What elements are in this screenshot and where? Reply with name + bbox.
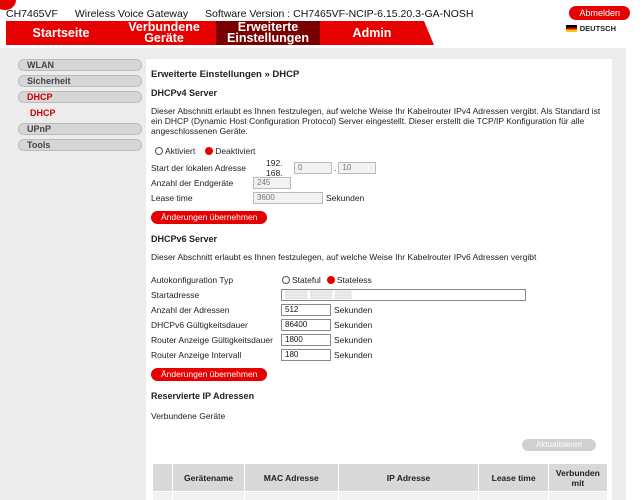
table-row: [151, 491, 609, 500]
header-info: CH7465VF Wireless Voice Gateway Software…: [6, 8, 487, 20]
field-v6-count: Anzahl der Adressen Sekunden: [151, 302, 608, 317]
software-version: Software Version : CH7465VF-NCIP-6.15.20…: [205, 8, 474, 20]
ip-prefix: 192. 168.: [266, 157, 283, 178]
field-device-count: Anzahl der Endgeräte: [151, 175, 608, 190]
table-cell: [243, 491, 339, 500]
sidebar-item-upnp[interactable]: UPnP: [18, 123, 142, 135]
radio-deaktiviert[interactable]: Deaktiviert: [205, 146, 255, 156]
column-header: Verbunden mit: [547, 463, 609, 492]
apply-v4-button[interactable]: Änderungen übernehmen: [151, 211, 268, 224]
ra-validity-input[interactable]: [281, 333, 331, 346]
dhcpv6-title: DHCPv6 Server: [151, 234, 218, 244]
sidebar: WLAN Sicherheit DHCP DHCP UPnP Tools: [18, 59, 142, 155]
connected-devices-label: Verbundene Geräte: [151, 411, 226, 421]
lease-time-input[interactable]: [253, 191, 323, 204]
radio-label: Aktiviert: [165, 146, 196, 156]
product-name: Wireless Voice Gateway: [74, 8, 189, 20]
tab-label: Verbundene Geräte: [128, 20, 200, 45]
unit-label: Sekunden: [334, 319, 373, 330]
sidebar-item-dhcp[interactable]: DHCP: [18, 91, 142, 103]
v6-validity-input[interactable]: [281, 318, 331, 331]
apply-v6-button[interactable]: Änderungen übernehmen: [151, 368, 268, 381]
main-nav: Startseite Verbundene Geräte Erweiterte …: [6, 21, 644, 45]
field-autoconf: Autokonfiguration Typ Stateful Stateless: [151, 272, 608, 287]
tab-startseite[interactable]: Startseite: [6, 21, 126, 45]
ip-octet4-input[interactable]: [338, 161, 377, 174]
field-label: Start der lokalen Adresse: [151, 162, 246, 173]
unit-label: Sekunden: [334, 334, 373, 345]
field-v6-start: Startadresse ▒▒▒▒ ▒▒▒▒ ▒▒▒: [151, 287, 608, 302]
radio-off-icon: [155, 147, 163, 155]
radio-stateless[interactable]: Stateless: [326, 274, 372, 285]
field-ra-validity: Router Anzeige Gültigkeitsdauer Sekunden: [151, 332, 608, 347]
language-label: DEUTSCH: [579, 24, 616, 33]
sidebar-subitem-dhcp[interactable]: DHCP: [18, 107, 142, 119]
sidebar-item-wlan[interactable]: WLAN: [18, 59, 142, 71]
column-header: Gerätename: [172, 463, 245, 492]
column-header: Lease time: [478, 463, 549, 492]
field-ra-interval: Router Anzeige Intervall Sekunden: [151, 347, 608, 362]
tab-label: Admin: [352, 25, 392, 40]
dhcpv4-description: Dieser Abschnitt erlaubt es Ihnen festzu…: [151, 106, 601, 136]
language-selector[interactable]: DEUTSCH: [565, 24, 616, 33]
unit-label: Sekunden: [334, 304, 373, 315]
table-cell: [151, 491, 174, 500]
table-cell: [172, 491, 245, 500]
tab-erweiterte-einstellungen[interactable]: Erweiterte Einstellungen: [216, 20, 330, 45]
ra-interval-input[interactable]: [281, 348, 331, 361]
tab-verbundene-geraete[interactable]: Verbundene Geräte: [112, 20, 226, 45]
column-header-select: [151, 463, 174, 492]
radio-label: Stateless: [336, 274, 372, 285]
sidebar-item-tools[interactable]: Tools: [18, 139, 142, 151]
field-label: Startadresse: [151, 289, 200, 300]
field-label: Autokonfiguration Typ: [151, 274, 234, 285]
reserved-ip-table: Gerätename MAC Adresse IP Adresse Lease …: [151, 463, 609, 500]
tab-admin[interactable]: Admin: [320, 21, 434, 45]
field-label: Router Anzeige Intervall: [151, 349, 242, 360]
main-panel: Erweiterte Einstellungen » DHCP DHCPv4 S…: [146, 59, 612, 500]
table-cell: [547, 491, 609, 500]
field-label: Router Anzeige Gültigkeitsdauer: [151, 334, 273, 345]
v6-start-address-input[interactable]: ▒▒▒▒ ▒▒▒▒ ▒▒▒: [281, 288, 526, 301]
table-cell: [478, 491, 549, 500]
radio-aktiviert[interactable]: Aktiviert: [155, 146, 195, 156]
radio-stateful[interactable]: Stateful: [282, 275, 321, 285]
unit-label: Sekunden: [326, 192, 365, 203]
v6-count-input[interactable]: [281, 303, 331, 316]
device-count-input[interactable]: [253, 176, 291, 189]
table-header-row: Gerätename MAC Adresse IP Adresse Lease …: [151, 463, 609, 492]
logout-button[interactable]: Abmelden: [569, 6, 630, 20]
radio-label: Deaktiviert: [215, 146, 256, 156]
tab-label: Startseite: [32, 25, 90, 40]
radio-on-icon: [326, 275, 335, 284]
field-start-address: Start der lokalen Adresse 192. 168. .: [151, 157, 608, 178]
model-name: CH7465VF: [6, 8, 58, 20]
field-lease-time: Lease time Sekunden: [151, 190, 608, 205]
dhcpv6-description: Dieser Abschnitt erlaubt es Ihnen festzu…: [151, 252, 537, 262]
ip-octet3-input[interactable]: [294, 161, 332, 174]
dhcpv4-title: DHCPv4 Server: [151, 88, 218, 98]
radio-label: Stateful: [292, 274, 321, 285]
field-v6-validity: DHCPv6 Gültigkeitsdauer Sekunden: [151, 317, 608, 332]
table-cell: [337, 491, 480, 500]
column-header: MAC Adresse: [243, 463, 339, 492]
reserved-title: Reservierte IP Adressen: [151, 391, 255, 401]
field-label: Lease time: [151, 192, 193, 203]
field-label: Anzahl der Adressen: [151, 304, 230, 315]
field-label: Anzahl der Endgeräte: [151, 177, 234, 188]
dhcpv4-mode: Aktiviert Deaktiviert: [155, 146, 608, 156]
unit-label: Sekunden: [334, 349, 373, 360]
column-header: IP Adresse: [337, 463, 480, 492]
sidebar-item-sicherheit[interactable]: Sicherheit: [18, 75, 142, 87]
refresh-button[interactable]: Aktualisieren: [522, 439, 596, 451]
field-label: DHCPv6 Gültigkeitsdauer: [151, 319, 248, 330]
radio-on-icon: [205, 147, 214, 155]
radio-off-icon: [282, 275, 290, 284]
tab-label: Erweiterte Einstellungen: [227, 20, 309, 45]
page-title: Erweiterte Einstellungen » DHCP: [151, 69, 300, 80]
german-flag-icon: [565, 25, 577, 32]
